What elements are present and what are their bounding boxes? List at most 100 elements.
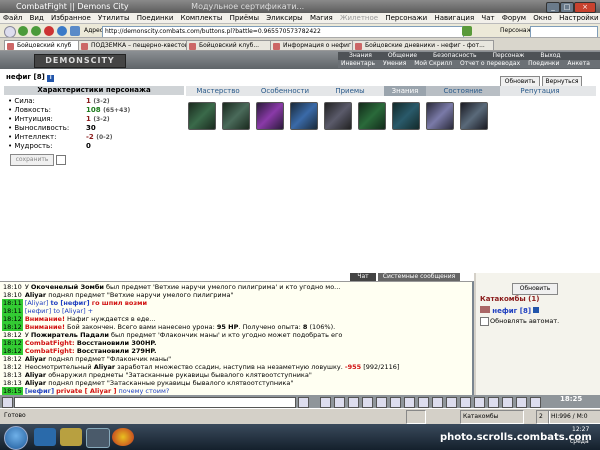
chat-timestamp[interactable]: 18:12 [2,339,23,347]
skill-icon[interactable] [358,102,386,130]
tab-diaries[interactable]: Бойцовские дневники - нефиг - фот... [352,40,494,50]
help-icon[interactable] [460,397,471,408]
menu-item[interactable]: Комплекты [181,14,223,22]
menu-item[interactable]: Чат [481,14,494,22]
tab-techniques[interactable]: Приемы [320,86,380,96]
scroll-icon[interactable] [390,397,401,408]
stop-icon[interactable] [44,26,54,36]
save-button[interactable]: сохранить [10,154,54,166]
skill-icon[interactable] [290,102,318,130]
nav-exit[interactable]: Выход [537,52,563,60]
chat-timestamp[interactable]: 18:13 [2,379,23,387]
skill-icon[interactable] [426,102,454,130]
menu-item[interactable]: Магия [310,14,333,22]
nav-transfers[interactable]: Отчет о переводах [457,60,523,68]
user-entry[interactable]: нефиг [8] [480,306,540,315]
chat-nick[interactable]: Aliyar [94,363,115,371]
taskbar-chrome-icon[interactable] [112,428,134,446]
home-icon[interactable] [70,26,80,36]
menu-item[interactable]: Приёмы [230,14,259,22]
filter-icon[interactable] [348,397,359,408]
menu-item[interactable]: Форум [502,14,526,22]
auto-refresh-checkbox[interactable] [480,317,489,326]
tab-features[interactable]: Особенности [250,86,320,96]
chat-nick[interactable]: [Aliyar] [25,299,49,307]
taskbar-folder-icon[interactable] [60,428,82,446]
menu-item[interactable]: Утилиты [98,14,130,22]
clear-icon[interactable] [334,397,345,408]
speed-icon[interactable] [404,397,415,408]
tab-reputation[interactable]: Репутация [500,86,580,96]
nav-battles[interactable]: Поединки [525,60,562,68]
chat-timestamp[interactable]: 18:10 [2,291,23,299]
forward-icon[interactable] [31,26,41,36]
chat-input[interactable] [14,397,296,408]
user-name[interactable]: нефиг [8] [492,307,531,315]
start-button-icon[interactable] [4,426,28,450]
nav-skills[interactable]: Умения [380,60,409,68]
skill-icon[interactable] [188,102,216,130]
address-input[interactable]: http://demonscity.combats.com/buttons.pl… [102,26,464,37]
menu-arrow-icon[interactable] [4,26,16,37]
friends-icon[interactable] [418,397,429,408]
exit-chat-icon[interactable] [530,397,541,408]
smiles-icon[interactable] [320,397,331,408]
maximize-icon[interactable]: □ [560,2,574,13]
tab-mastery[interactable]: Мастерство [186,86,250,96]
bag-icon[interactable] [474,397,485,408]
chat-mode-icon[interactable] [2,397,13,408]
chat-timestamp[interactable]: 18:12 [2,315,23,323]
tab-info[interactable]: Информация о нефиг [270,40,364,50]
info-icon[interactable]: i [47,75,55,82]
chat-timestamp[interactable]: 18:15 [2,387,23,395]
taskbar-game-icon[interactable] [86,428,110,448]
menu-item[interactable]: Вид [30,14,44,22]
search-input[interactable] [530,26,598,37]
taskbar-ie-icon[interactable] [34,428,56,446]
sound-icon[interactable] [376,397,387,408]
menu-item[interactable]: Окно [533,14,552,22]
menu-item[interactable]: Настройки [559,14,599,22]
go-icon[interactable] [462,26,472,36]
chat-nick[interactable]: [нефиг] to [Aliyar] + [25,307,93,315]
menu-item[interactable]: Персонажи [385,14,427,22]
chat-nick[interactable]: Восстановили 300HP. [75,339,157,347]
chat-nick[interactable]: [нефиг] [25,387,54,395]
chat-timestamp[interactable]: 18:13 [2,371,23,379]
menu-item[interactable]: Навигация [434,14,474,22]
settings-icon[interactable] [446,397,457,408]
nav-character[interactable]: Персонаж [489,52,527,60]
chat-timestamp[interactable]: 18:11 [2,307,23,315]
chat-nick[interactable]: Aliyar [25,291,46,299]
map-icon[interactable] [432,397,443,408]
tab-system-messages[interactable]: Системные сообщения [378,273,460,281]
chat-timestamp[interactable]: 18:12 [2,331,23,339]
minimize-icon[interactable]: _ [546,2,560,13]
back-icon[interactable] [18,26,28,36]
translit-icon[interactable] [362,397,373,408]
skill-icon[interactable] [256,102,284,130]
chat-timestamp[interactable]: 18:12 [2,347,23,355]
chat-timestamp[interactable]: 18:12 [2,355,23,363]
mail-icon[interactable] [502,397,513,408]
nav-inventory[interactable]: Инвентарь [338,60,378,68]
chat-timestamp[interactable]: 18:12 [2,363,23,371]
send-icon[interactable] [298,397,309,408]
chat-nick[interactable]: Aliyar [25,379,46,387]
skill-icon[interactable] [392,102,420,130]
nav-communication[interactable]: Общение [385,52,420,60]
chat-timestamp[interactable]: 18:11 [2,299,23,307]
tab-state[interactable]: Состояние [426,86,500,96]
chat-nick[interactable]: почему стоим? [119,387,170,395]
refresh-icon[interactable] [57,26,67,36]
menu-item[interactable]: Жилетное [340,14,378,22]
refresh-users-button[interactable]: Обновить [512,283,558,295]
chat-nick[interactable]: Aliyar [25,371,46,379]
nav-my-scroll[interactable]: Мой Скрилл [411,60,455,68]
chat-nick[interactable]: to [нефиг] [51,299,90,307]
chat-nick[interactable]: Окоченелый Зомби [31,283,104,291]
menu-item[interactable]: Эликсиры [266,14,303,22]
skill-icon[interactable] [460,102,488,130]
info-icon[interactable] [533,307,540,313]
nav-knowledge[interactable]: Знания [346,52,375,60]
